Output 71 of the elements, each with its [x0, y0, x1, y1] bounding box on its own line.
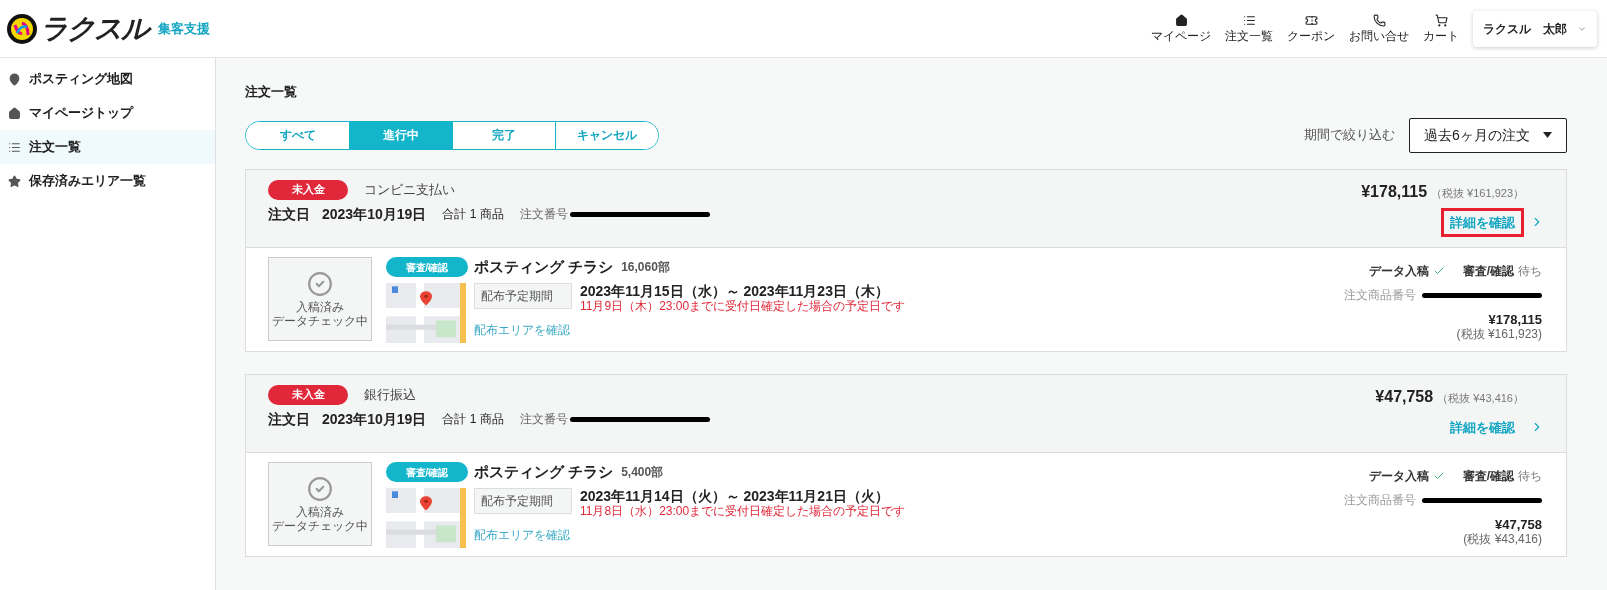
item-price-ex-tax: (税抜 ¥161,923)	[1456, 327, 1542, 341]
nav-link[interactable]: クーポン	[1285, 14, 1337, 43]
map-pin-icon	[8, 72, 21, 86]
page-title: 注文一覧	[245, 83, 298, 101]
list-icon	[8, 140, 21, 154]
item-count: 合計 1 商品	[442, 206, 504, 223]
sidebar-item[interactable]: 保存済みエリア一覧	[0, 164, 215, 198]
step-label: 審査/確認	[1462, 468, 1514, 485]
cart-icon	[1434, 14, 1448, 27]
order-total-ex-tax: （税抜 ¥43,416）	[1437, 390, 1524, 406]
item-price: ¥178,115	[1488, 312, 1542, 327]
delivery-period: 2023年11月15日（水）～ 2023年11月23日（木）	[580, 282, 890, 299]
review-badge: 審査/確認	[386, 462, 468, 483]
service-name: 集客支援	[158, 19, 210, 38]
item-price-ex-tax: (税抜 ¥43,416)	[1463, 532, 1542, 546]
nav-link[interactable]: 注文一覧	[1223, 14, 1275, 43]
payment-method: 銀行振込	[364, 385, 416, 404]
step-label: 審査/確認	[1462, 263, 1514, 280]
period-select[interactable]: 過去6ヶ月の注文	[1409, 117, 1567, 153]
star-icon	[8, 174, 21, 188]
nav-link[interactable]: お問い合せ	[1347, 14, 1411, 43]
item-price: ¥47,758	[1495, 517, 1542, 532]
product-quantity: 5,400部	[621, 464, 664, 482]
home-icon	[8, 106, 21, 120]
order-total: ¥178,115	[1361, 181, 1428, 202]
ticket-icon	[1304, 14, 1318, 27]
check-circle-icon	[307, 475, 333, 502]
period-label: 配布予定期間	[474, 282, 572, 309]
period-label: 配布予定期間	[474, 487, 572, 514]
payment-status-badge: 未入金	[268, 384, 348, 405]
list-icon	[1242, 14, 1256, 27]
item-number-label: 注文商品番号	[1344, 492, 1416, 509]
order-date: 2023年10月19日	[322, 204, 427, 224]
step-label: データ入稿	[1368, 263, 1429, 280]
payment-status-badge: 未入金	[268, 179, 348, 200]
upload-status-sub: データチェック中	[272, 518, 368, 533]
upload-status-title: 入稿済み	[296, 299, 344, 314]
order-total-ex-tax: （税抜 ¥161,923）	[1431, 185, 1524, 201]
logo-icon	[6, 12, 38, 45]
order-number-label: 注文番号	[519, 206, 568, 223]
nav-link[interactable]: マイページ	[1149, 14, 1213, 43]
filter-label: 期間で絞り込む	[1304, 126, 1395, 145]
product-quantity: 16,060部	[621, 259, 670, 277]
schedule-note: 11月8日（水）23:00までに受付日確定した場合の予定日です	[580, 503, 906, 518]
delivery-period: 2023年11月14日（火）～ 2023年11月21日（火）	[580, 487, 890, 504]
upload-status-title: 入稿済み	[296, 504, 344, 519]
caret-icon	[1543, 132, 1552, 138]
item-number-label: 注文商品番号	[1344, 287, 1416, 304]
product-name: ポスティング チラシ	[474, 462, 614, 482]
order-number-label: 注文番号	[519, 411, 568, 428]
step-status: 待ち	[1518, 263, 1542, 280]
nav-link[interactable]: カート	[1421, 14, 1461, 43]
sidebar-item[interactable]: ポスティング地図	[0, 62, 215, 96]
step-label: データ入稿	[1368, 468, 1429, 485]
order-date-label: 注文日	[268, 409, 310, 429]
payment-method: コンビニ支払い	[364, 180, 455, 199]
product-name: ポスティング チラシ	[474, 257, 614, 277]
sidebar-item[interactable]: 注文一覧	[0, 130, 215, 164]
home-icon	[1174, 14, 1188, 27]
sidebar-item[interactable]: マイページトップ	[0, 96, 215, 130]
order-date-label: 注文日	[268, 204, 310, 224]
upload-status-sub: データチェック中	[272, 313, 368, 328]
schedule-note: 11月9日（木）23:00までに受付日確定した場合の予定日です	[580, 298, 906, 313]
review-badge: 審査/確認	[386, 257, 468, 278]
check-circle-icon	[307, 270, 333, 297]
item-count: 合計 1 商品	[442, 411, 504, 428]
order-date: 2023年10月19日	[322, 409, 427, 429]
user-menu[interactable]: ラクスル 太郎	[1473, 10, 1597, 47]
order-total: ¥47,758	[1375, 386, 1434, 407]
phone-icon	[1372, 14, 1386, 27]
step-status: 待ち	[1518, 468, 1542, 485]
